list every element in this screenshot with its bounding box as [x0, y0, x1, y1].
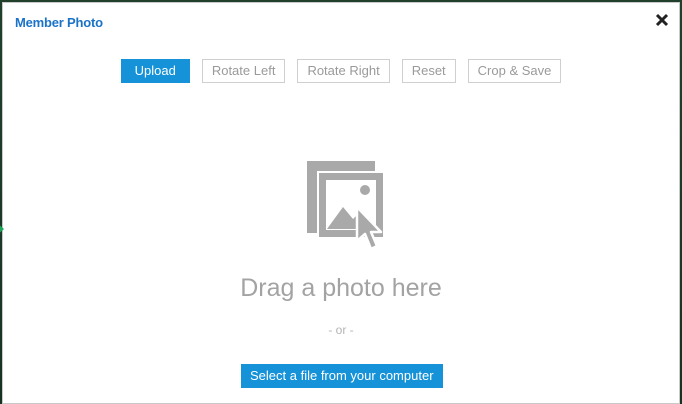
or-separator: - or -	[328, 323, 354, 337]
rotate-right-button[interactable]: Rotate Right	[297, 59, 390, 83]
member-photo-dialog: Member Photo Upload Rotate Left Rotate R…	[2, 2, 680, 404]
photo-toolbar: Upload Rotate Left Rotate Right Reset Cr…	[3, 59, 679, 83]
select-file-button[interactable]: Select a file from your computer	[241, 364, 443, 388]
close-icon	[655, 13, 669, 27]
photo-drop-icon	[307, 161, 383, 251]
photo-drop-zone[interactable]: Drag a photo here - or - Select a file f…	[3, 143, 679, 403]
drag-photo-text: Drag a photo here	[240, 274, 442, 302]
rotate-left-button[interactable]: Rotate Left	[201, 59, 286, 83]
reset-button[interactable]: Reset	[401, 59, 456, 83]
green-arrow-icon	[0, 225, 4, 233]
dialog-title: Member Photo	[15, 15, 103, 30]
dialog-header: Member Photo	[3, 3, 679, 39]
close-button[interactable]	[655, 13, 669, 27]
upload-button[interactable]: Upload	[120, 59, 190, 83]
crop-save-button[interactable]: Crop & Save	[467, 59, 562, 83]
